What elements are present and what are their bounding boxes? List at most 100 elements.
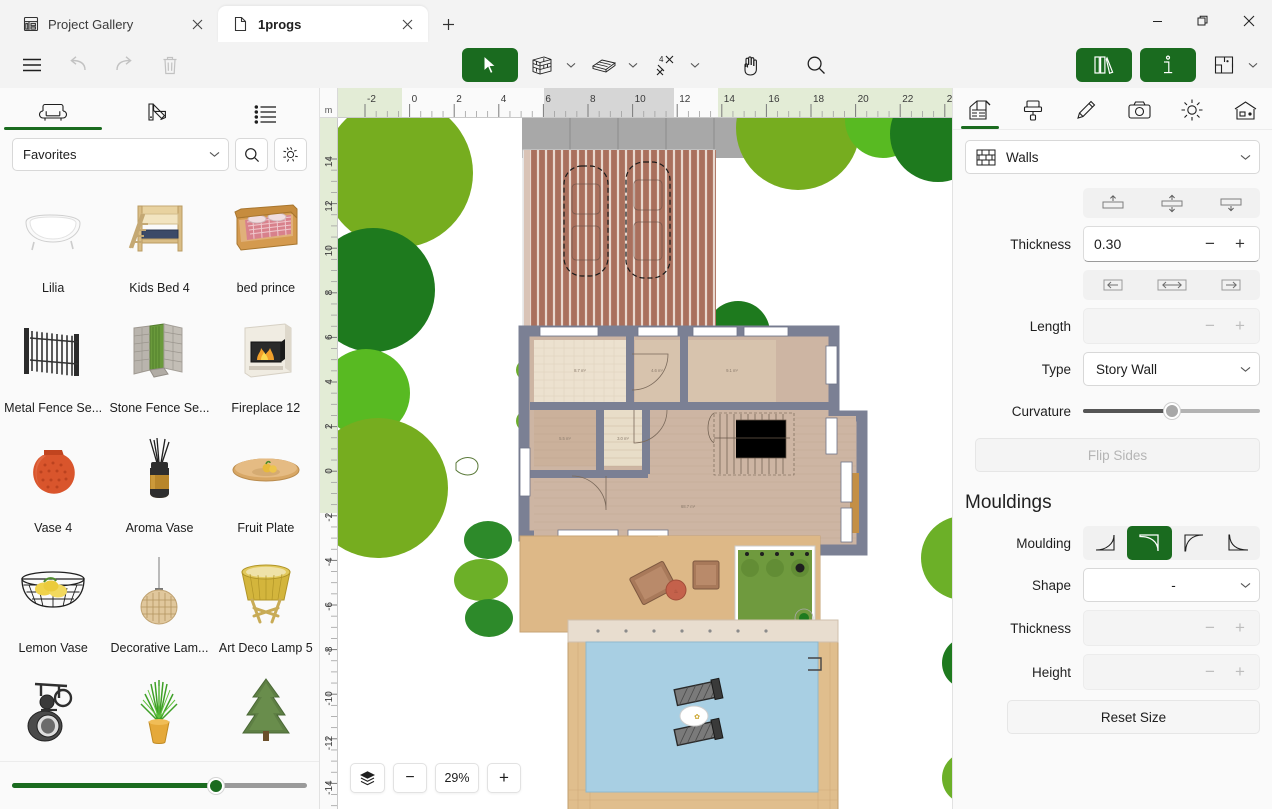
align-center-icon[interactable] [1142,188,1201,218]
catalog-item[interactable]: Aroma Vase [106,421,212,541]
catalog-item[interactable]: Vase 4 [0,421,106,541]
chevron-down-icon[interactable] [1244,50,1262,80]
moulding-height-row: Height − + [965,654,1260,690]
zoom-controls: − 29% + [350,763,521,793]
slider-knob[interactable] [207,777,224,794]
panel-tab-camera[interactable] [1113,88,1166,129]
catalog-item[interactable]: bed prince [213,181,319,301]
reset-size-button[interactable]: Reset Size [1007,700,1260,734]
new-tab-button[interactable] [432,8,464,40]
moulding-height-increment-button[interactable]: + [1225,657,1255,687]
align-bottom-icon[interactable] [1201,188,1260,218]
catalog-item[interactable]: Lemon Vase [0,541,106,661]
moulding-cove-icon[interactable] [1127,526,1172,560]
catalog-search-button[interactable] [235,138,268,171]
minimize-button[interactable] [1134,0,1180,42]
moulding-shape-select[interactable]: - [1083,568,1260,602]
length-increment-button[interactable]: + [1225,311,1255,341]
catalog-item[interactable]: Kids Bed 4 [106,181,212,301]
moulding-step-icon[interactable] [1172,526,1216,560]
zoom-out-button[interactable]: − [393,763,427,793]
extend-right-icon[interactable] [1201,270,1260,300]
curvature-track[interactable] [1083,403,1260,419]
align-top-icon[interactable] [1083,188,1142,218]
thickness-increment-button[interactable]: + [1225,229,1255,259]
close-icon[interactable] [396,13,418,35]
catalog-category-select[interactable]: Favorites [12,138,229,171]
floorplan-canvas[interactable]: m -2024681012141618202224 14121086420-2-… [320,88,952,809]
catalog-settings-button[interactable] [274,138,307,171]
wall-icon[interactable] [522,50,562,80]
moulding-thickness-increment-button[interactable]: + [1225,613,1255,643]
tab-project-gallery[interactable]: Project Gallery [8,6,218,42]
panel-tab-materials[interactable] [1006,88,1059,129]
dimension-icon[interactable]: 4 [646,50,686,80]
panel-tab-lighting[interactable] [1166,88,1219,129]
zoom-in-button[interactable]: + [487,763,521,793]
catalog-grid-container[interactable]: Lilia Kids Bed 4 bed prince Metal Fence … [0,181,319,761]
maximize-button[interactable] [1180,0,1226,42]
thickness-decrement-button[interactable]: − [1195,229,1225,259]
trash-icon[interactable] [150,50,190,80]
svg-text:4: 4 [324,379,335,385]
vertical-ruler[interactable]: 14 12 10 8 6 4 2 0 -2 -4 -6 -8 -10 -12 -14 [320,118,338,809]
thickness-spinner[interactable]: 0.30 − + [1083,226,1260,262]
chevron-down-icon[interactable] [562,50,580,80]
plan-drawing-area[interactable]: 8.7 m² 4.6 m² 9.1 m² 5.5 m² 3.0 m² 68.7 … [338,118,952,809]
moulding-ogee-icon[interactable] [1216,526,1260,560]
zoom-level-display[interactable]: 29% [435,763,479,793]
moulding-height-spinner[interactable]: − + [1083,654,1260,690]
floor-icon[interactable] [584,50,624,80]
thickness-value[interactable]: 0.30 [1094,236,1195,252]
moulding-concave-icon[interactable] [1083,526,1127,560]
moulding-thickness-spinner[interactable]: − + [1083,610,1260,646]
flip-sides-button[interactable]: Flip Sides [975,438,1260,472]
catalog-item[interactable]: Art Deco Lamp 5 [213,541,319,661]
chevron-down-icon[interactable] [624,50,642,80]
catalog-item[interactable]: Lilia [0,181,106,301]
search-icon[interactable] [796,50,836,80]
catalog-item[interactable]: Metal Fence Se... [0,301,106,421]
slider-track[interactable] [12,777,307,794]
moulding-height-decrement-button[interactable]: − [1195,657,1225,687]
catalog-item[interactable]: Fruit Plate [213,421,319,541]
catalog-item[interactable]: Decorative Lam... [106,541,212,661]
library-button[interactable] [1076,48,1132,82]
sidebar-tab-furniture[interactable] [0,88,106,130]
close-window-button[interactable] [1226,0,1272,42]
length-decrement-button[interactable]: − [1195,311,1225,341]
menu-icon[interactable] [12,50,52,80]
sidebar-tab-list[interactable] [213,88,319,130]
sidebar-tab-materials[interactable] [106,88,212,130]
catalog-item[interactable]: Stone Fence Se... [106,301,212,421]
tab-1progs[interactable]: 1progs [218,6,428,42]
length-spinner[interactable]: − + [1083,308,1260,344]
moulding-thickness-decrement-button[interactable]: − [1195,613,1225,643]
svg-text:0: 0 [324,468,335,474]
panel-tab-building[interactable] [1219,88,1272,129]
catalog-item-label: bed prince [236,281,296,295]
redo-icon[interactable] [104,50,144,80]
extend-both-icon[interactable] [1142,270,1201,300]
panel-tab-construction[interactable] [953,88,1006,129]
wall-type-select[interactable]: Story Wall [1083,352,1260,386]
floorplan-view-icon[interactable] [1204,50,1244,80]
extend-left-icon[interactable] [1083,270,1142,300]
horizontal-ruler[interactable]: -2024681012141618202224 [338,88,952,118]
chevron-down-icon[interactable] [686,50,704,80]
catalog-thumb-size-slider[interactable] [0,761,319,809]
undo-icon[interactable] [58,50,98,80]
close-icon[interactable] [186,13,208,35]
panel-tab-draw[interactable] [1059,88,1112,129]
catalog-item[interactable]: Outdoor Lamp... [0,661,106,761]
catalog-item[interactable]: Fireplace 12 [213,301,319,421]
catalog-item[interactable]: Palm Tree [106,661,212,761]
catalog-item[interactable]: Tree 23 [213,661,319,761]
curvature-knob[interactable] [1163,403,1180,419]
layers-button[interactable] [350,763,385,793]
curvature-slider[interactable] [1083,394,1260,428]
select-tool-button[interactable] [462,48,518,82]
object-type-select[interactable]: Walls [965,140,1260,174]
hand-icon[interactable] [730,50,770,80]
info-button[interactable] [1140,48,1196,82]
